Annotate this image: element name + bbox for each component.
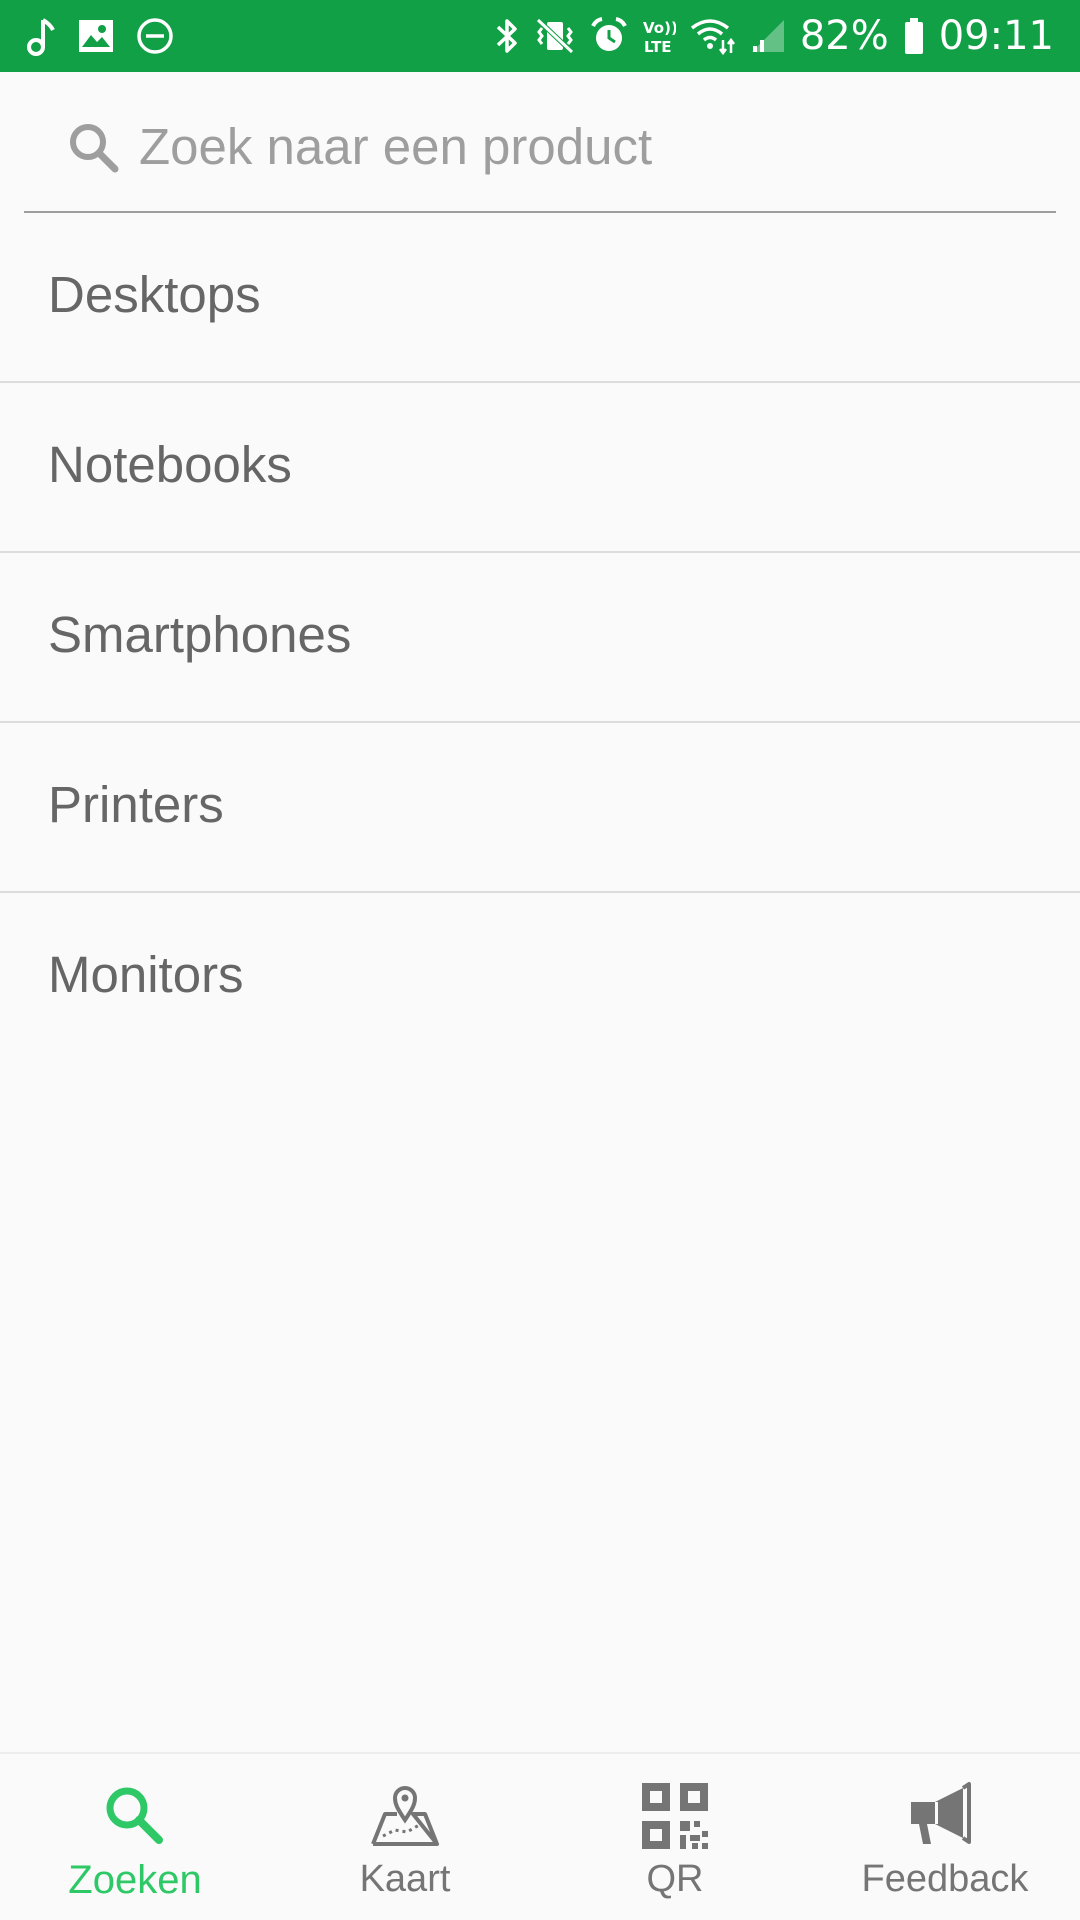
list-item-label: Smartphones <box>48 606 352 663</box>
list-item-monitors[interactable]: Monitors <box>0 893 1080 1063</box>
nav-tab-feedback[interactable]: Feedback <box>810 1754 1080 1920</box>
search-bar[interactable] <box>24 72 1056 213</box>
bottom-navigation: Zoeken Kaart QR Feedback <box>0 1752 1080 1920</box>
qr-code-icon <box>635 1778 715 1854</box>
status-notification-icons <box>26 0 174 72</box>
volte-icon: Vo)) LTE <box>642 16 676 56</box>
bluetooth-icon <box>494 16 520 56</box>
nav-tab-zoeken[interactable]: Zoeken <box>0 1754 270 1920</box>
category-list: Desktops Notebooks Smartphones Printers … <box>0 213 1080 1063</box>
signal-icon <box>750 16 786 56</box>
battery-percentage: 82% <box>799 13 889 59</box>
list-item-desktops[interactable]: Desktops <box>0 213 1080 383</box>
vibrate-icon <box>534 16 576 56</box>
nav-label: Kaart <box>359 1858 451 1900</box>
svg-text:LTE: LTE <box>644 38 672 56</box>
clock: 09:11 <box>938 13 1054 59</box>
list-item-label: Printers <box>48 776 224 833</box>
nav-label: QR <box>646 1858 704 1900</box>
list-item-notebooks[interactable]: Notebooks <box>0 383 1080 553</box>
megaphone-icon <box>905 1778 985 1854</box>
do-not-disturb-icon <box>136 17 174 55</box>
alarm-icon <box>590 16 628 56</box>
image-icon <box>78 19 114 53</box>
wifi-icon <box>690 16 736 56</box>
search-icon <box>66 120 122 181</box>
nav-tab-qr[interactable]: QR <box>540 1754 810 1920</box>
nav-tab-kaart[interactable]: Kaart <box>270 1754 540 1920</box>
list-item-label: Monitors <box>48 946 244 1003</box>
status-bar: Vo)) LTE 82% 09:11 <box>0 0 1080 72</box>
map-icon <box>365 1778 445 1854</box>
search-input[interactable] <box>139 110 1019 182</box>
status-system-icons: Vo)) LTE 82% 09:11 <box>494 0 1054 72</box>
list-item-printers[interactable]: Printers <box>0 723 1080 893</box>
svg-text:Vo)): Vo)) <box>643 19 676 37</box>
list-item-smartphones[interactable]: Smartphones <box>0 553 1080 723</box>
list-item-label: Desktops <box>48 266 261 323</box>
search-icon <box>95 1778 175 1854</box>
battery-icon <box>903 16 925 56</box>
nav-label: Zoeken <box>68 1858 202 1902</box>
nav-label: Feedback <box>861 1858 1029 1900</box>
list-item-label: Notebooks <box>48 436 292 493</box>
music-note-icon <box>26 16 56 56</box>
